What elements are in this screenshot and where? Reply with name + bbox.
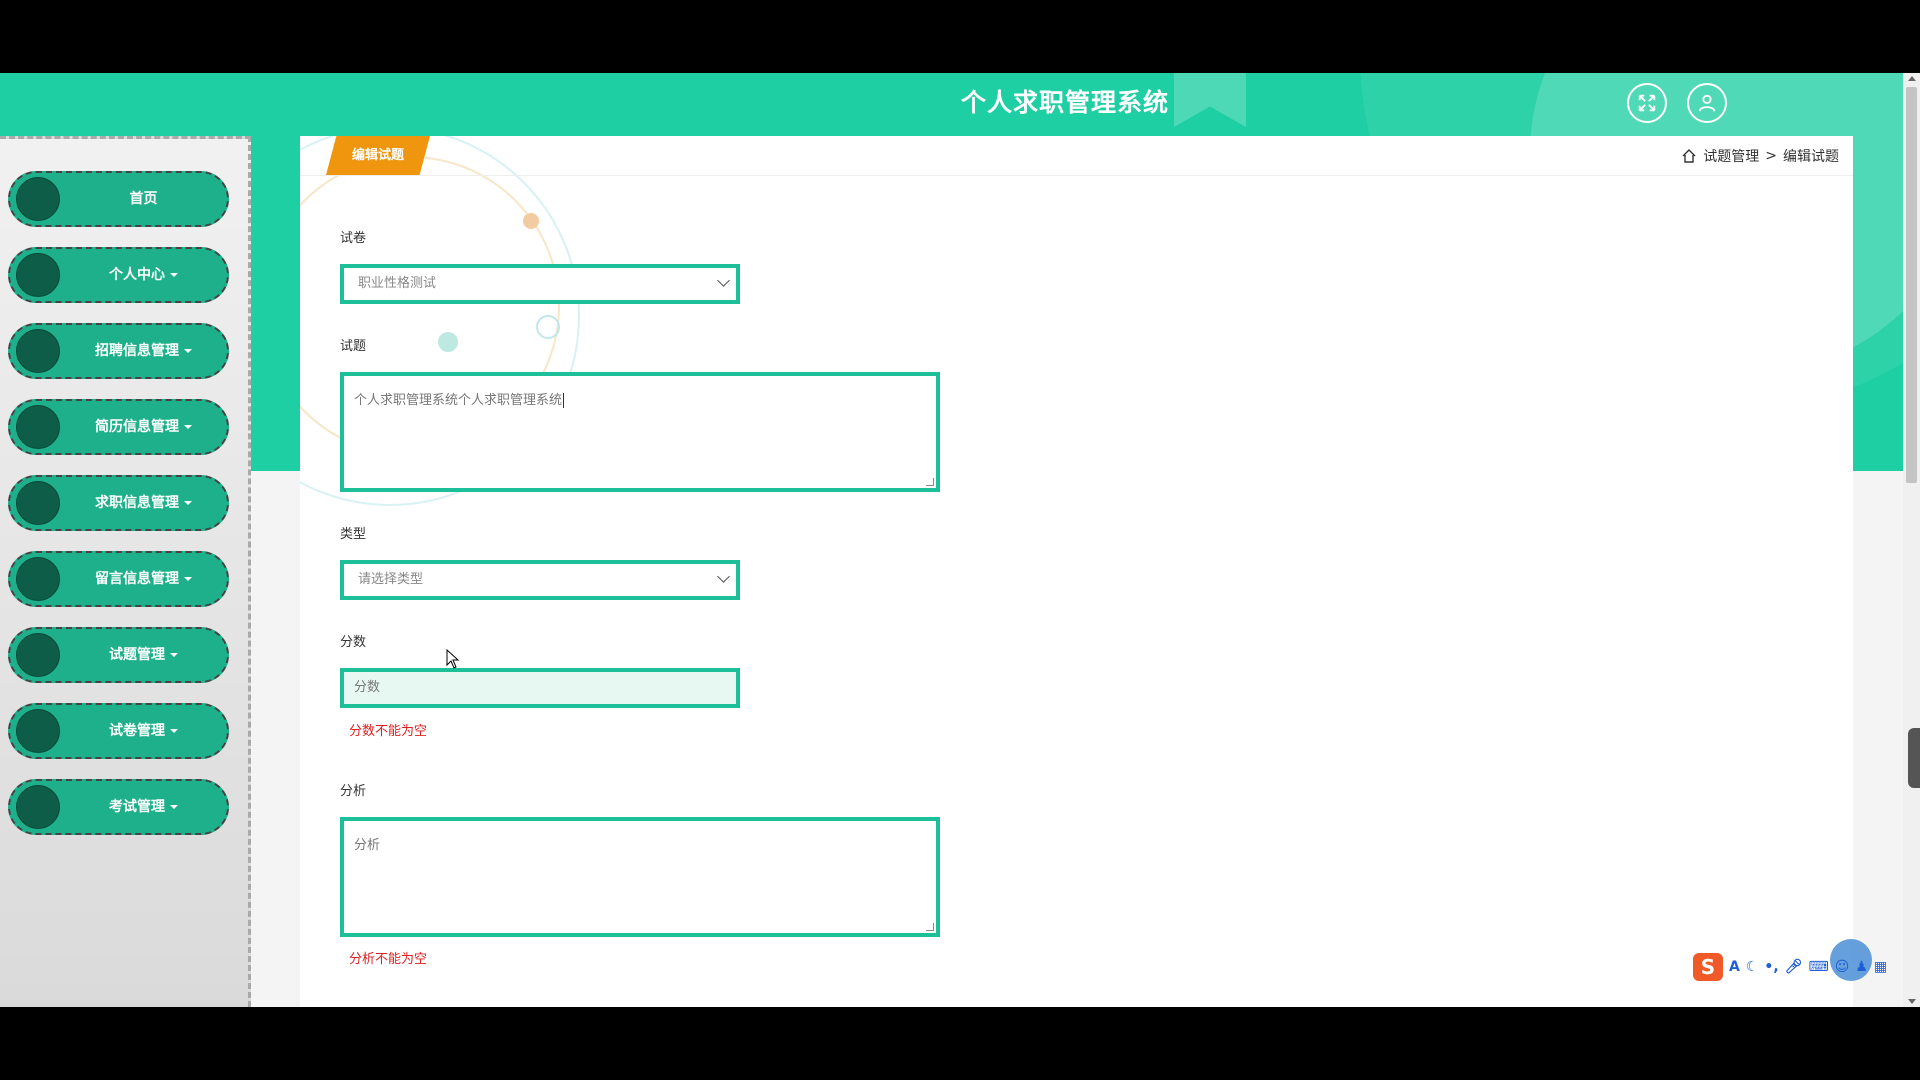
score-label: 分数: [340, 635, 367, 650]
analysis-placeholder: 分析: [354, 838, 381, 853]
sidebar-item-job-seeking[interactable]: 求职信息管理: [8, 475, 229, 531]
caret-down-icon: [184, 425, 192, 429]
breadcrumb-separator: >: [1765, 148, 1777, 164]
grid-icon[interactable]: ▦: [1874, 959, 1887, 975]
caret-down-icon: [170, 653, 178, 657]
app-screen: 个人求职管理系统 首页 个人中心 招聘信息管理 简历信息管理 求职信息管理 留言…: [0, 73, 1920, 1007]
microphone-icon[interactable]: 🎤︎: [1785, 959, 1803, 975]
breadcrumb-current: 编辑试题: [1783, 149, 1839, 165]
ime-logo-icon[interactable]: S: [1693, 953, 1723, 981]
user-button[interactable]: [1687, 83, 1727, 123]
nav-dot-icon: [16, 481, 60, 525]
nav-dot-icon: [16, 785, 60, 829]
sidebar-item-label: 简历信息管理: [95, 419, 179, 435]
sidebar-item-label: 留言信息管理: [95, 571, 179, 587]
question-label: 试题: [340, 339, 367, 354]
caret-down-icon: [170, 273, 178, 277]
paper-label: 试卷: [340, 231, 367, 246]
sidebar-item-label: 个人中心: [109, 267, 165, 283]
card-tab: 编辑试题: [326, 136, 430, 175]
sidebar-item-exams[interactable]: 考试管理: [8, 779, 229, 835]
caret-down-icon: [170, 729, 178, 733]
sidebar-item-recruitment[interactable]: 招聘信息管理: [8, 323, 229, 379]
sidebar-item-label: 招聘信息管理: [95, 343, 179, 359]
home-icon[interactable]: [1681, 148, 1697, 164]
sidebar-item-label: 求职信息管理: [95, 495, 179, 511]
breadcrumb-parent[interactable]: 试题管理: [1703, 146, 1759, 166]
keyboard-icon[interactable]: ⌨: [1808, 959, 1828, 975]
caret-down-icon: [184, 349, 192, 353]
score-error: 分数不能为空: [349, 724, 428, 739]
nav-dot-icon: [16, 633, 60, 677]
caret-down-icon: [184, 501, 192, 505]
ime-mode[interactable]: A: [1729, 959, 1740, 975]
score-input[interactable]: 分数: [340, 668, 740, 708]
paper-select[interactable]: 职业性格测试: [340, 264, 740, 304]
nav-dot-icon: [16, 329, 60, 373]
caret-down-icon: [184, 577, 192, 581]
scrollbar-thumb[interactable]: [1906, 87, 1917, 483]
scroll-up-icon[interactable]: [1908, 76, 1916, 81]
sidebar-item-home[interactable]: 首页: [8, 171, 229, 227]
nav-dot-icon: [16, 557, 60, 601]
type-select[interactable]: 请选择类型: [340, 560, 740, 600]
analysis-textarea[interactable]: 分析: [340, 817, 940, 937]
nav-dot-icon: [16, 709, 60, 753]
question-text: 个人求职管理系统个人求职管理系统: [354, 393, 563, 408]
nav-dot-icon: [16, 177, 60, 221]
side-panel-handle[interactable]: [1908, 728, 1920, 788]
user-icon[interactable]: ☺: [1835, 959, 1850, 975]
sidebar-item-personal-center[interactable]: 个人中心: [8, 247, 229, 303]
scroll-down-icon[interactable]: [1908, 999, 1916, 1004]
nav-dot-icon: [16, 253, 60, 297]
fullscreen-icon: [1638, 94, 1656, 112]
skin-icon[interactable]: ♟: [1855, 959, 1868, 975]
sidebar-item-messages[interactable]: 留言信息管理: [8, 551, 229, 607]
punctuation-icon[interactable]: •,: [1764, 959, 1778, 975]
sidebar-item-label: 首页: [129, 191, 158, 207]
sidebar-item-questions[interactable]: 试题管理: [8, 627, 229, 683]
chevron-down-icon: [717, 570, 730, 583]
sidebar-item-label: 考试管理: [109, 799, 165, 815]
chevron-down-icon: [717, 274, 730, 287]
resize-handle-icon[interactable]: [926, 923, 934, 931]
nav-dot-icon: [16, 405, 60, 449]
paper-select-value: 职业性格测试: [358, 276, 437, 291]
sidebar-item-resume[interactable]: 简历信息管理: [8, 399, 229, 455]
moon-icon[interactable]: ☾: [1746, 959, 1759, 975]
caret-down-icon: [170, 805, 178, 809]
resize-handle-icon[interactable]: [926, 478, 934, 486]
type-label: 类型: [340, 527, 367, 542]
sidebar: 首页 个人中心 招聘信息管理 简历信息管理 求职信息管理 留言信息管理 试题管理…: [0, 136, 251, 1007]
mouse-cursor-icon: [446, 649, 460, 669]
ime-toolbar[interactable]: S A ☾ •, 🎤︎ ⌨ ☺ ♟ ▦: [1693, 951, 1887, 983]
sidebar-item-label: 试卷管理: [109, 723, 165, 739]
sidebar-item-label: 试题管理: [109, 647, 165, 663]
page-scrollbar[interactable]: [1903, 73, 1920, 1007]
edit-question-card: 编辑试题 试题管理 > 编辑试题 试卷 职业性格测试 试题 个人求职管理系统个人…: [300, 136, 1853, 1007]
user-icon: [1698, 94, 1716, 112]
sidebar-item-papers[interactable]: 试卷管理: [8, 703, 229, 759]
score-placeholder: 分数: [354, 680, 381, 695]
analysis-label: 分析: [340, 784, 367, 799]
fullscreen-button[interactable]: [1627, 83, 1667, 123]
analysis-error: 分析不能为空: [349, 952, 428, 967]
question-textarea[interactable]: 个人求职管理系统个人求职管理系统: [340, 372, 940, 492]
breadcrumb: 试题管理 > 编辑试题: [1681, 146, 1839, 166]
type-select-placeholder: 请选择类型: [358, 572, 424, 587]
